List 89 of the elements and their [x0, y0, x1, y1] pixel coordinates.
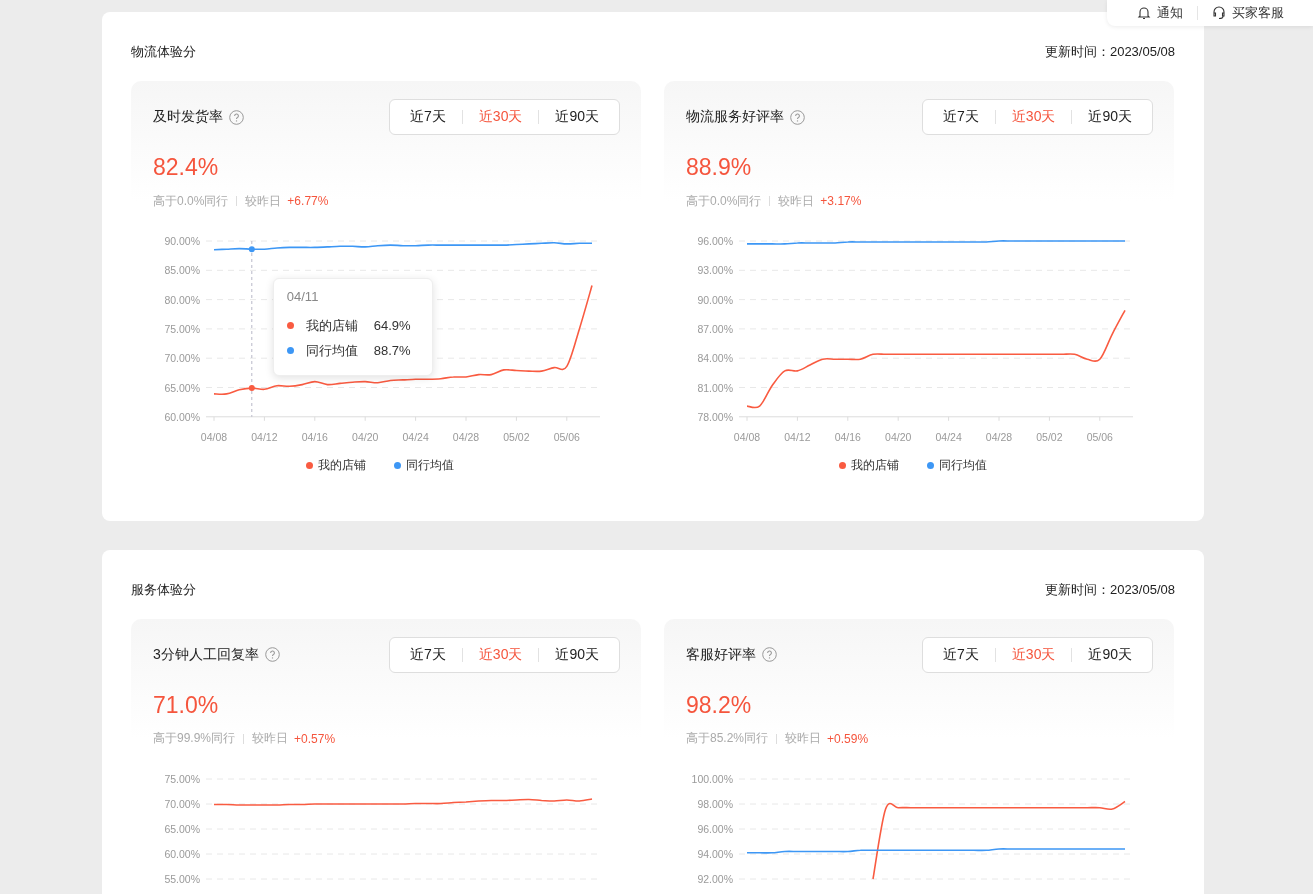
compare-value: +6.77%	[287, 194, 329, 208]
y-axis-label: 87.00%	[697, 322, 733, 335]
tooltip-value: 88.7%	[373, 343, 411, 358]
section-title: 物流体验分	[131, 43, 196, 61]
metric-title: 及时发货率	[153, 108, 223, 126]
y-axis-label: 100.00%	[691, 772, 733, 785]
peer-comparison: 高于85.2%同行	[686, 730, 769, 748]
y-axis-label: 55.00%	[164, 872, 200, 885]
x-axis-label: 04/08	[200, 430, 228, 443]
tooltip-label: 我的店铺	[305, 316, 359, 335]
peer-comparison: 高于0.0%同行	[153, 192, 229, 210]
help-icon[interactable]	[790, 109, 805, 125]
y-axis-label: 70.00%	[164, 352, 200, 365]
x-axis-label: 05/06	[553, 430, 580, 443]
y-axis-label: 96.00%	[697, 235, 733, 247]
range-tab[interactable]: 近7天	[927, 108, 995, 126]
range-tab[interactable]: 近7天	[927, 645, 995, 664]
x-axis-label: 04/24	[402, 430, 429, 443]
range-tab[interactable]: 近90天	[539, 108, 615, 126]
range-tab[interactable]: 近90天	[1072, 108, 1148, 126]
compare-label: 较昨日	[245, 192, 282, 210]
compare-value: +3.17%	[820, 194, 862, 208]
legend-label[interactable]: 同行均值	[939, 456, 987, 474]
legend-label[interactable]: 我的店铺	[851, 456, 899, 474]
tooltip-date: 04/11	[286, 289, 320, 304]
notice-bar-item[interactable]: 通知	[1136, 4, 1183, 22]
x-axis-label: 04/16	[834, 430, 861, 443]
y-axis-label: 75.00%	[164, 772, 200, 785]
compare-value: +0.59%	[827, 731, 869, 746]
x-axis-label: 04/24	[935, 430, 962, 443]
range-tab[interactable]: 近90天	[539, 645, 615, 664]
metric-value: 98.2%	[686, 690, 753, 720]
legend-label[interactable]: 我的店铺	[318, 456, 366, 474]
y-axis-label: 96.00%	[697, 822, 733, 835]
x-axis-label: 04/16	[301, 430, 328, 443]
y-axis-label: 75.00%	[164, 322, 200, 335]
y-axis-label: 60.00%	[164, 847, 200, 860]
y-axis-label: 90.00%	[697, 293, 733, 306]
compare-label: 较昨日	[778, 192, 815, 210]
y-axis-label: 65.00%	[164, 822, 200, 835]
metric-value: 71.0%	[153, 690, 220, 720]
headset-icon	[1211, 6, 1226, 20]
y-axis-label: 81.00%	[697, 381, 733, 394]
compare-label: 较昨日	[785, 730, 822, 748]
metric-title: 3分钟人工回复率	[153, 645, 259, 664]
y-axis-label: 78.00%	[697, 410, 733, 423]
x-axis-label: 04/28	[985, 430, 1013, 443]
range-tab[interactable]: 近90天	[1072, 645, 1148, 664]
range-tab[interactable]: 近7天	[394, 108, 462, 126]
y-axis-label: 60.00%	[164, 410, 200, 423]
x-axis-label: 05/02	[503, 430, 530, 443]
x-axis-label: 04/12	[251, 430, 278, 443]
y-axis-label: 94.00%	[697, 847, 733, 860]
x-axis-label: 04/20	[352, 430, 379, 443]
peer-comparison: 高于0.0%同行	[686, 192, 762, 210]
tooltip-label: 同行均值	[305, 341, 359, 360]
x-axis-label: 05/06	[1086, 430, 1113, 443]
metric-value: 88.9%	[686, 153, 753, 182]
tooltip-value: 64.9%	[373, 318, 411, 333]
x-axis-label: 04/28	[452, 430, 480, 443]
legend-label[interactable]: 同行均值	[406, 456, 454, 474]
x-axis-label: 05/02	[1036, 430, 1063, 443]
y-axis-label: 70.00%	[164, 797, 200, 810]
compare-value: +0.57%	[294, 731, 336, 746]
y-axis-label: 98.00%	[697, 797, 733, 810]
y-axis-label: 92.00%	[697, 872, 733, 885]
x-axis-label: 04/08	[733, 430, 761, 443]
x-axis-label: 04/20	[885, 430, 912, 443]
range-tab[interactable]: 近7天	[394, 645, 462, 664]
compare-label: 较昨日	[252, 730, 289, 748]
x-axis-label: 04/12	[784, 430, 811, 443]
y-axis-label: 90.00%	[164, 235, 200, 247]
help-icon[interactable]	[264, 647, 280, 663]
peer-comparison: 高于99.9%同行	[153, 730, 236, 748]
metric-title: 物流服务好评率	[686, 108, 784, 126]
y-axis-label: 80.00%	[164, 293, 200, 306]
metric-value: 82.4%	[153, 153, 220, 182]
help-icon[interactable]	[762, 647, 777, 663]
y-axis-label: 85.00%	[164, 264, 200, 277]
metric-title: 客服好评率	[686, 645, 756, 664]
y-axis-label: 93.00%	[697, 264, 733, 277]
update-time: 更新时间：2023/05/08	[1044, 43, 1175, 61]
y-axis-label: 65.00%	[164, 381, 200, 394]
notice-bar-item[interactable]: 买家客服	[1211, 4, 1284, 22]
bell-icon	[1136, 6, 1151, 20]
help-icon[interactable]	[229, 109, 244, 125]
update-time: 更新时间：2023/05/08	[1044, 580, 1175, 599]
section-title: 服务体验分	[131, 580, 196, 599]
y-axis-label: 84.00%	[697, 352, 733, 365]
